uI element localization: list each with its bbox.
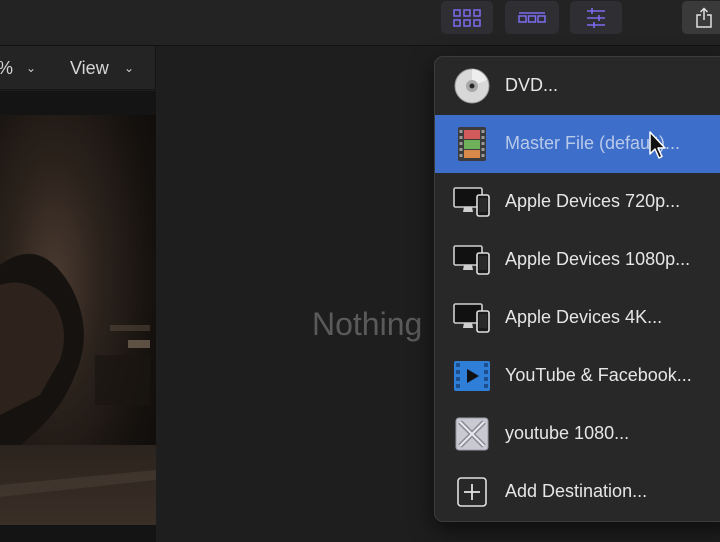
viewer-header: % ⌄ View ⌄	[0, 46, 156, 90]
zoom-label[interactable]: %	[0, 58, 13, 79]
menu-item-label: Apple Devices 1080p...	[505, 249, 691, 269]
video-frame	[0, 115, 156, 525]
browser-grid-button[interactable]	[441, 1, 493, 34]
timeline-icon	[518, 11, 546, 23]
menu-item-apple-devices-1080p[interactable]: Apple Devices 1080p...	[435, 231, 720, 289]
mouse-cursor-icon	[649, 131, 666, 159]
view-chevron-down-icon[interactable]: ⌄	[124, 61, 134, 75]
master-file-filmstrip-icon	[453, 126, 491, 162]
apple-devices-icon	[453, 242, 491, 278]
inspector-button[interactable]	[570, 1, 622, 34]
menu-item-label: Apple Devices 4K...	[505, 307, 663, 327]
share-icon	[696, 6, 712, 28]
menu-item-master-file[interactable]: Master File (default)...	[435, 115, 720, 173]
apple-devices-icon	[453, 300, 491, 336]
menu-item-add-destination[interactable]: Add Destination...	[435, 463, 720, 521]
menu-item-label: YouTube & Facebook...	[505, 365, 692, 385]
top-toolbar	[0, 0, 720, 46]
timeline-button[interactable]	[505, 1, 559, 34]
menu-item-label: Apple Devices 720p...	[505, 191, 681, 211]
menu-item-dvd[interactable]: DVD...	[435, 57, 720, 115]
youtube-facebook-icon	[453, 358, 491, 394]
menu-item-label: DVD...	[505, 75, 559, 95]
menu-item-label: Add Destination...	[505, 481, 648, 501]
video-still-image	[0, 253, 156, 525]
menu-item-label: youtube 1080...	[505, 423, 630, 443]
compressor-icon	[453, 416, 491, 452]
empty-state-message: Nothing	[312, 306, 423, 342]
grid-icon	[453, 8, 481, 27]
menu-item-apple-devices-4k[interactable]: Apple Devices 4K...	[435, 289, 720, 347]
view-menu-label[interactable]: View	[70, 58, 109, 79]
sliders-icon	[587, 7, 605, 28]
zoom-chevron-down-icon[interactable]: ⌄	[26, 61, 36, 75]
add-destination-icon	[453, 474, 491, 510]
share-menu: DVD... Master File (default)... Apple De…	[434, 56, 720, 522]
menu-item-youtube-facebook[interactable]: YouTube & Facebook...	[435, 347, 720, 405]
share-button[interactable]	[682, 1, 720, 34]
dvd-disc-icon	[453, 68, 491, 104]
menu-item-apple-devices-720p[interactable]: Apple Devices 720p...	[435, 173, 720, 231]
apple-devices-icon	[453, 184, 491, 220]
menu-item-youtube-1080[interactable]: youtube 1080...	[435, 405, 720, 463]
viewer-canvas	[0, 91, 156, 542]
